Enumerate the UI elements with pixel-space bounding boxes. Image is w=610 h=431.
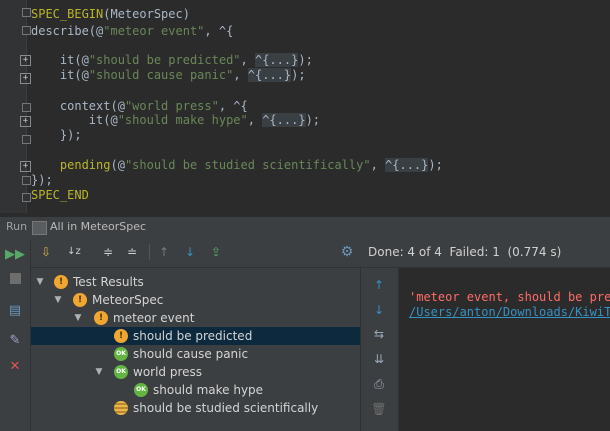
warning-icon: ! bbox=[94, 311, 108, 325]
expand-fold-icon[interactable]: + bbox=[20, 116, 31, 127]
tree-row-meteorspec[interactable]: ▼ ! MeteorSpec bbox=[31, 291, 360, 309]
fold-marker[interactable] bbox=[22, 176, 31, 185]
code-line-9: }); bbox=[59, 128, 82, 142]
export-icon[interactable]: ⇪ bbox=[207, 243, 225, 261]
rerun-icon[interactable]: ▶▶ bbox=[5, 245, 25, 265]
warning-icon: ! bbox=[114, 329, 128, 343]
scroll-to-end-icon[interactable]: ⇊ bbox=[371, 351, 387, 367]
tree-label: should make hype bbox=[153, 383, 264, 397]
tree-label: meteor event bbox=[113, 311, 195, 325]
pending-icon bbox=[114, 401, 128, 415]
tree-row-meteor-event[interactable]: ▼ ! meteor event bbox=[31, 309, 360, 327]
test-results-tree[interactable]: ▼ ! Test Results ▼ ! MeteorSpec ▼ ! mete… bbox=[31, 268, 360, 431]
code-line-5: it(@"should cause panic", ^{...}); bbox=[59, 68, 306, 82]
soft-wrap-icon[interactable]: ⇆ bbox=[371, 326, 387, 342]
collapse-all-icon[interactable]: ≐ bbox=[123, 243, 141, 261]
fold-marker[interactable] bbox=[22, 193, 31, 202]
run-label: Run bbox=[6, 220, 28, 233]
layout-icon[interactable]: ▤ bbox=[5, 301, 25, 321]
tree-label: MeteorSpec bbox=[92, 293, 164, 307]
test-status-text: Done: 4 of 4 Failed: 1 (0.774 s) bbox=[368, 245, 562, 259]
passed-icon: OK bbox=[114, 347, 128, 361]
pin-icon[interactable]: ✎ bbox=[5, 331, 25, 351]
trash-icon[interactable]: 🗑 bbox=[371, 401, 387, 417]
expand-all-icon[interactable]: ≑ bbox=[99, 243, 117, 261]
tree-row-should-be-studied[interactable]: should be studied scientifically bbox=[31, 399, 360, 417]
fold-marker[interactable] bbox=[22, 103, 31, 112]
expanded-arrow-icon[interactable]: ▼ bbox=[35, 273, 45, 291]
expanded-arrow-icon[interactable]: ▼ bbox=[94, 363, 104, 381]
tree-row-should-be-predicted[interactable]: ! should be predicted bbox=[31, 327, 360, 345]
tree-label: should cause panic bbox=[133, 347, 249, 361]
code-line-2: describe(@"meteor event", ^{ bbox=[31, 24, 234, 38]
run-side-toolbar: ▶▶ ▤ ✎ ✕ bbox=[0, 239, 31, 431]
code-line-1: SPEC_BEGIN(MeteorSpec) bbox=[31, 7, 190, 21]
tree-row-should-make-hype[interactable]: OK should make hype bbox=[31, 381, 360, 399]
warning-icon: ! bbox=[73, 293, 87, 307]
sort-alpha-icon[interactable]: ↓z bbox=[65, 243, 83, 261]
expand-fold-icon[interactable]: + bbox=[20, 161, 31, 172]
tree-row-test-results[interactable]: ▼ ! Test Results bbox=[31, 273, 360, 291]
tree-label: should be studied scientifically bbox=[133, 401, 319, 415]
previous-failed-icon[interactable]: ↑ bbox=[155, 243, 173, 261]
folded-block[interactable]: ^{...} bbox=[247, 68, 292, 82]
tree-label: world press bbox=[133, 365, 203, 379]
scroll-down-icon[interactable]: ↓ bbox=[371, 302, 387, 318]
passed-icon: OK bbox=[134, 383, 148, 397]
warning-icon: ! bbox=[54, 275, 68, 289]
tree-row-should-cause-panic[interactable]: OK should cause panic bbox=[31, 345, 360, 363]
tree-row-world-press[interactable]: ▼ OK world press bbox=[31, 363, 360, 381]
scroll-up-icon[interactable]: ↑ bbox=[371, 277, 387, 293]
expanded-arrow-icon[interactable]: ▼ bbox=[53, 291, 63, 309]
fold-marker[interactable] bbox=[22, 135, 31, 144]
passed-icon: OK bbox=[114, 365, 128, 379]
fold-marker[interactable] bbox=[22, 26, 31, 35]
output-toolbar: ↑ ↓ ⇆ ⇊ ⎙ 🗑 bbox=[361, 268, 397, 431]
fold-marker[interactable] bbox=[22, 8, 31, 17]
settings-gear-icon[interactable]: ⚙ bbox=[338, 243, 356, 261]
next-failed-icon[interactable]: ↓ bbox=[181, 243, 199, 261]
code-line-13: SPEC_END bbox=[31, 188, 89, 202]
tree-label: should be predicted bbox=[133, 329, 253, 343]
code-line-11: pending(@"should be studied scientifical… bbox=[59, 158, 443, 172]
folded-block[interactable]: ^{...} bbox=[254, 53, 299, 67]
expand-fold-icon[interactable]: + bbox=[20, 73, 31, 84]
run-tab-all-in-meteorspec[interactable]: All in MeteorSpec bbox=[50, 220, 146, 233]
print-icon[interactable]: ⎙ bbox=[371, 376, 387, 392]
run-tool-window-header: Run All in MeteorSpec bbox=[0, 216, 610, 240]
console-file-link[interactable]: /Users/anton/Downloads/KiwiTe bbox=[409, 305, 610, 319]
test-toolbar: ⇩ ↓z ≑ ≐ ↑ ↓ ⇪ ⚙ Done: 4 of 4 Failed: 1 … bbox=[31, 239, 610, 268]
console-error-line: 'meteor event, should be pred bbox=[409, 290, 610, 304]
expanded-arrow-icon[interactable]: ▼ bbox=[73, 309, 83, 327]
tree-label: Test Results bbox=[73, 275, 144, 289]
code-editor[interactable]: + + + + SPEC_BEGIN(MeteorSpec) describe(… bbox=[0, 0, 610, 213]
run-panel: ▶▶ ▤ ✎ ✕ ⇩ ↓z ≑ ≐ ↑ ↓ ⇪ ⚙ Done: 4 of 4 F… bbox=[0, 239, 610, 431]
expand-fold-icon[interactable]: + bbox=[20, 55, 31, 66]
folded-block[interactable]: ^{...} bbox=[262, 113, 306, 127]
close-icon[interactable]: ✕ bbox=[5, 357, 25, 377]
run-config-icon bbox=[32, 221, 47, 235]
console-output[interactable]: 'meteor event, should be pred /Users/ant… bbox=[398, 268, 610, 431]
stop-icon[interactable] bbox=[5, 271, 25, 291]
show-passed-icon[interactable]: ⇩ bbox=[37, 243, 55, 261]
folded-block[interactable]: ^{...} bbox=[385, 158, 429, 172]
